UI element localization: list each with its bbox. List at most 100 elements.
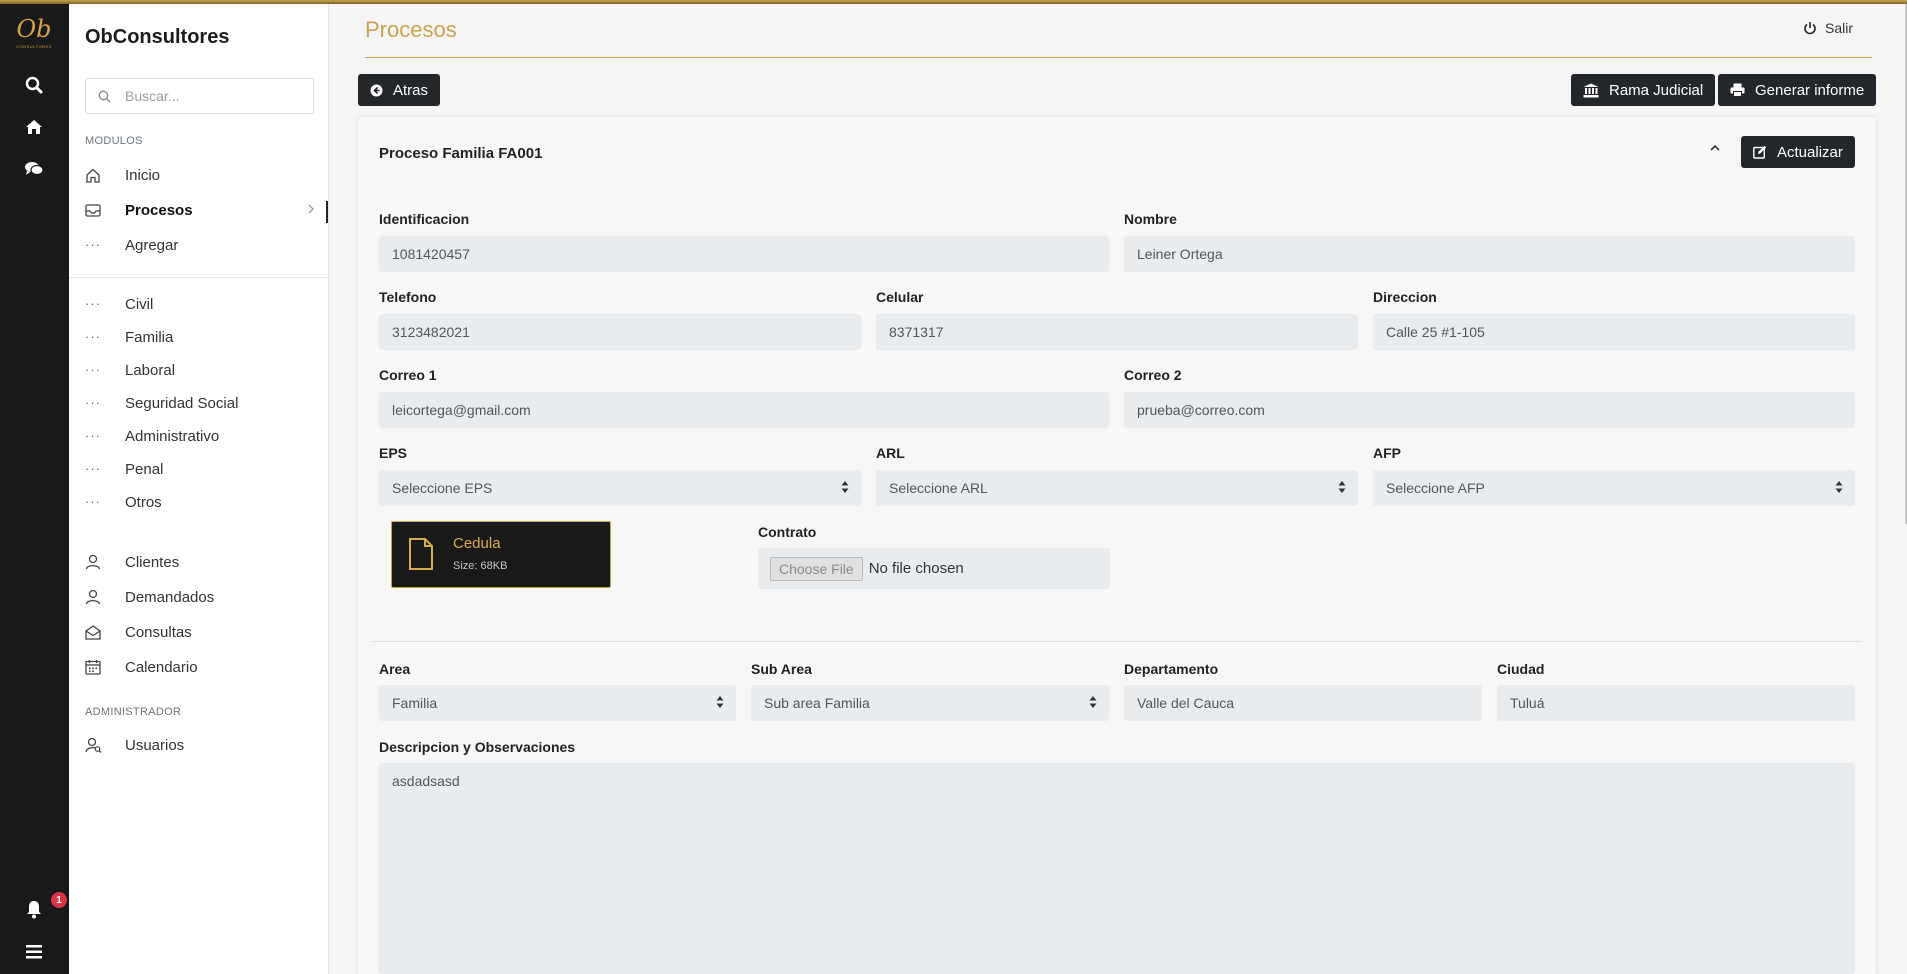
arrow-left-circle-icon (370, 84, 383, 96)
generar-informe-label: Generar informe (1755, 81, 1865, 99)
sidebar-item-agregar[interactable]: ··· Agregar (85, 232, 329, 258)
descripcion-textarea[interactable]: asdadsasd (379, 763, 1855, 974)
sub-area-select[interactable]: Sub area Familia (751, 685, 1109, 721)
dots-icon: ··· (85, 362, 101, 377)
sort-caret-icon (1835, 480, 1843, 497)
chevron-right-icon (307, 202, 315, 219)
dots-icon: ··· (85, 494, 101, 509)
sidebar-item-procesos[interactable]: Procesos (85, 197, 329, 223)
actualizar-button[interactable]: Actualizar (1741, 136, 1855, 168)
label-descripcion: Descripcion y Observaciones (379, 739, 576, 755)
sidebar-item-laboral[interactable]: ··· Laboral (85, 357, 329, 383)
edit-icon (1753, 145, 1767, 159)
ciudad-field[interactable]: Tuluá (1497, 685, 1855, 721)
back-label: Atras (393, 81, 429, 99)
sidebar-item-consultas[interactable]: Consultas (85, 619, 329, 645)
area-select[interactable]: Familia (379, 685, 736, 721)
sidebar-item-civil[interactable]: ··· Civil (85, 291, 329, 317)
sidebar-item-administrativo[interactable]: ··· Administrativo (85, 423, 329, 449)
file-status: No file chosen (868, 560, 964, 577)
menu-icon[interactable] (19, 937, 49, 967)
actualizar-label: Actualizar (1777, 143, 1843, 161)
power-icon (1804, 22, 1816, 35)
icon-rail: Ob CONSULTORES 1 (0, 4, 69, 974)
back-button[interactable]: Atras (358, 74, 441, 106)
choose-file-button[interactable]: Choose File (770, 556, 863, 581)
correo1-field[interactable]: leicortega@gmail.com (379, 392, 1109, 428)
card-divider (372, 641, 1862, 642)
sidebar-item-label: Agregar (125, 236, 179, 254)
sidebar-item-clientes[interactable]: Clientes (85, 549, 329, 575)
sidebar-item-usuarios[interactable]: Usuarios (85, 732, 329, 758)
sidebar-item-label: Calendario (125, 658, 198, 676)
sidebar-item-penal[interactable]: ··· Penal (85, 456, 329, 482)
search-placeholder: Buscar... (125, 88, 180, 104)
label-area: Area (379, 661, 411, 677)
afp-selected-value: Seleccione AFP (1386, 480, 1485, 496)
search-icon[interactable] (19, 70, 49, 100)
file-icon (408, 538, 434, 575)
sub-area-selected-value: Sub area Familia (764, 695, 870, 711)
home-icon[interactable] (19, 112, 49, 142)
sort-caret-icon (841, 480, 849, 497)
search-input[interactable]: Buscar... (85, 78, 314, 114)
arl-selected-value: Seleccione ARL (889, 480, 988, 496)
celular-field[interactable]: 8371317 (876, 314, 1358, 350)
title-divider (365, 57, 1872, 58)
telefono-field[interactable]: 3123482021 (379, 314, 861, 350)
active-indicator (326, 201, 328, 223)
print-icon (1730, 83, 1745, 97)
label-arl: ARL (876, 445, 905, 461)
sidebar-item-label: Penal (125, 460, 164, 478)
departamento-field[interactable]: Valle del Cauca (1124, 685, 1482, 721)
top-accent-line (0, 0, 1907, 4)
sidebar-item-label: Laboral (125, 361, 176, 379)
label-telefono: Telefono (379, 289, 437, 305)
sidebar-item-label: Administrativo (125, 427, 220, 445)
dots-icon: ··· (85, 296, 101, 311)
logo-mark: Ob (16, 15, 52, 43)
sidebar-item-otros[interactable]: ··· Otros (85, 489, 329, 515)
section-label-modulos: MODULOS (85, 135, 143, 147)
sidebar-item-label: Familia (125, 328, 174, 346)
label-correo2: Correo 2 (1124, 367, 1182, 383)
sidebar-item-label: Consultas (125, 623, 192, 641)
logo[interactable]: Ob CONSULTORES (16, 14, 52, 58)
sort-caret-icon (1089, 695, 1097, 712)
sidebar-item-label: Otros (125, 493, 162, 511)
card-title: Proceso Familia FA001 (379, 145, 543, 162)
home-icon (85, 168, 125, 183)
sidebar-item-seguridad-social[interactable]: ··· Seguridad Social (85, 390, 329, 416)
direccion-field[interactable]: Calle 25 #1-105 (1373, 314, 1855, 350)
user-icon (85, 589, 125, 605)
sidebar-item-label: Civil (125, 295, 154, 313)
file-size: Size: 68KB (453, 560, 508, 572)
eps-select[interactable]: Seleccione EPS (379, 470, 861, 506)
bell-icon[interactable] (19, 894, 49, 924)
sidebar-item-familia[interactable]: ··· Familia (85, 324, 329, 350)
dots-icon: ··· (85, 461, 101, 476)
chevron-up-icon[interactable] (1708, 140, 1722, 158)
contrato-file-input[interactable]: Choose File No file chosen (758, 548, 1110, 589)
generar-informe-button[interactable]: Generar informe (1718, 74, 1877, 106)
label-direccion: Direccion (1373, 289, 1437, 305)
afp-select[interactable]: Seleccione AFP (1373, 470, 1855, 506)
logout-button[interactable]: Salir (1803, 20, 1853, 36)
rama-judicial-button[interactable]: Rama Judicial (1571, 74, 1716, 106)
chat-icon[interactable] (19, 154, 49, 184)
sidebar-item-demandados[interactable]: Demandados (85, 584, 329, 610)
section-label-administrador: ADMINISTRADOR (85, 706, 182, 718)
notification-badge: 1 (51, 892, 67, 908)
identificacion-field[interactable]: 1081420457 (379, 236, 1109, 272)
correo2-field[interactable]: prueba@correo.com (1124, 392, 1855, 428)
label-contrato: Contrato (758, 524, 817, 540)
label-eps: EPS (379, 445, 408, 461)
cedula-file-card[interactable]: Cedula Size: 68KB (391, 521, 611, 588)
area-selected-value: Familia (392, 695, 438, 711)
sidebar-item-calendario[interactable]: Calendario (85, 654, 329, 680)
nombre-field[interactable]: Leiner Ortega (1124, 236, 1855, 272)
arl-select[interactable]: Seleccione ARL (876, 470, 1358, 506)
sidebar-item-label: Usuarios (125, 736, 185, 754)
rama-judicial-label: Rama Judicial (1609, 81, 1704, 99)
sidebar-item-inicio[interactable]: Inicio (85, 162, 329, 188)
